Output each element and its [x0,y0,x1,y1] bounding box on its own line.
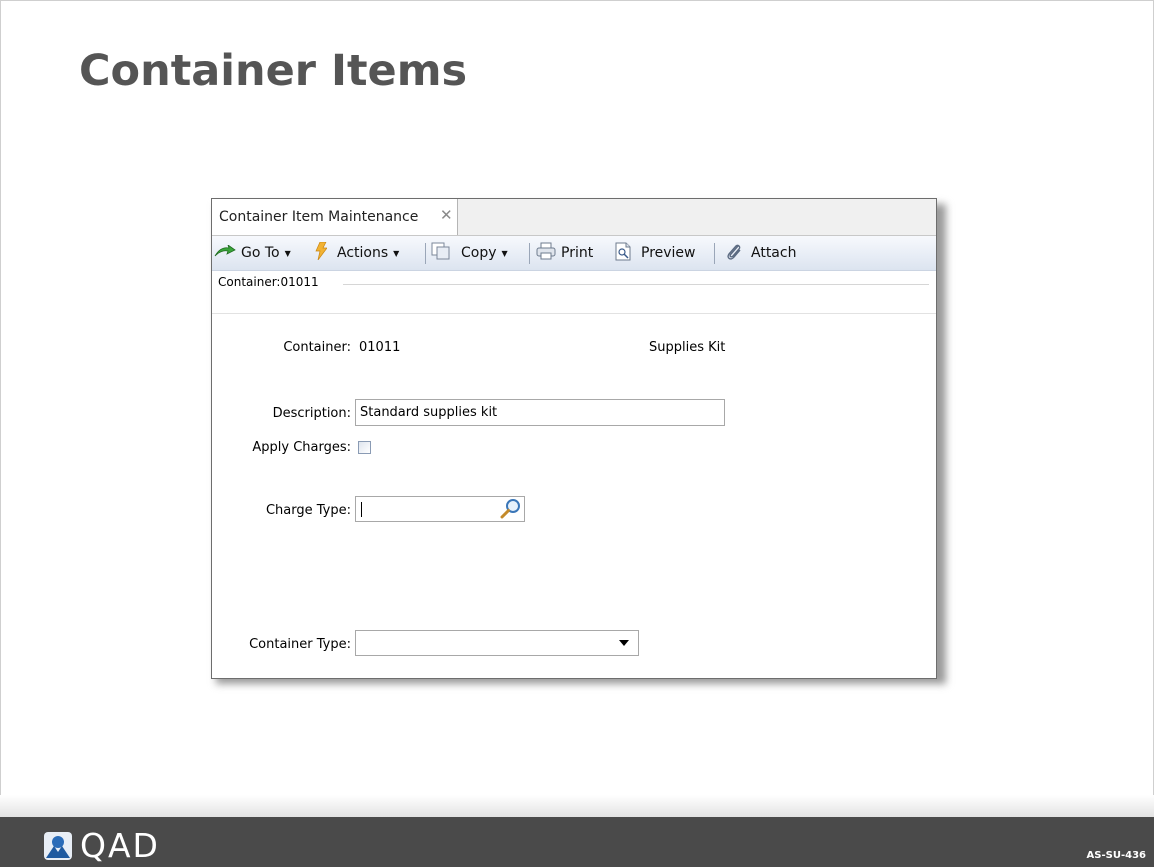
breadcrumb: Container:01011 [212,271,936,295]
slide-code: AS-SU-436 [1086,850,1146,861]
green-arrow-icon [214,243,236,261]
toolbar-separator [529,243,530,264]
qad-logo-icon [44,832,72,860]
toolbar: Go To ▼ Actions ▼ Copy ▼ Print Preview A… [212,236,936,271]
container-label: Container: [283,340,351,355]
goto-label: Go To [241,245,280,261]
footer-fade [0,795,1154,817]
container-value: 01011 [359,340,401,355]
printer-icon [536,242,556,264]
magnifier-icon[interactable] [499,497,523,521]
description-label: Description: [272,406,351,421]
toolbar-separator [425,243,426,264]
goto-button[interactable]: Go To ▼ [214,236,291,270]
copy-label: Copy [461,245,497,261]
charge-type-label: Charge Type: [265,503,351,518]
print-label: Print [561,245,594,261]
print-button[interactable]: Print [536,236,593,270]
actions-label: Actions [337,245,389,261]
divider [212,313,936,314]
breadcrumb-label: Container:01011 [218,275,319,289]
description-input[interactable] [355,399,725,426]
slide-title: Container Items [79,46,468,96]
charge-type-field[interactable] [355,496,525,522]
chevron-down-icon: ▼ [284,248,291,258]
attach-button[interactable]: Attach [726,236,796,270]
chevron-down-icon: ▼ [501,248,508,258]
preview-label: Preview [641,245,696,261]
paperclip-icon [726,242,742,264]
container-type-select[interactable] [355,630,639,656]
apply-charges-label: Apply Charges: [252,440,351,455]
attach-label: Attach [751,245,797,261]
footer [0,817,1154,867]
logo-text: QAD [80,826,160,865]
preview-button[interactable]: Preview [615,236,696,270]
preview-document-icon [615,242,631,265]
tab-label: Container Item Maintenance [219,209,419,225]
copy-pages-icon [431,242,451,264]
chevron-down-icon[interactable] [619,640,629,646]
copy-button[interactable]: Copy ▼ [431,236,508,270]
tab-strip: Container Item Maintenance ✕ [212,199,936,236]
tab-container-item-maintenance[interactable]: Container Item Maintenance ✕ [212,199,458,235]
chevron-down-icon: ▼ [393,248,400,258]
text-caret [361,502,362,517]
actions-button[interactable]: Actions ▼ [315,236,399,270]
toolbar-separator [714,243,715,264]
container-description: Supplies Kit [649,340,726,355]
app-window: Container Item Maintenance ✕ Go To ▼ Act… [211,198,937,679]
divider [343,284,929,285]
container-type-label: Container Type: [249,637,351,652]
close-icon[interactable]: ✕ [440,206,453,224]
lightning-icon [315,241,328,264]
apply-charges-checkbox[interactable] [358,441,371,454]
